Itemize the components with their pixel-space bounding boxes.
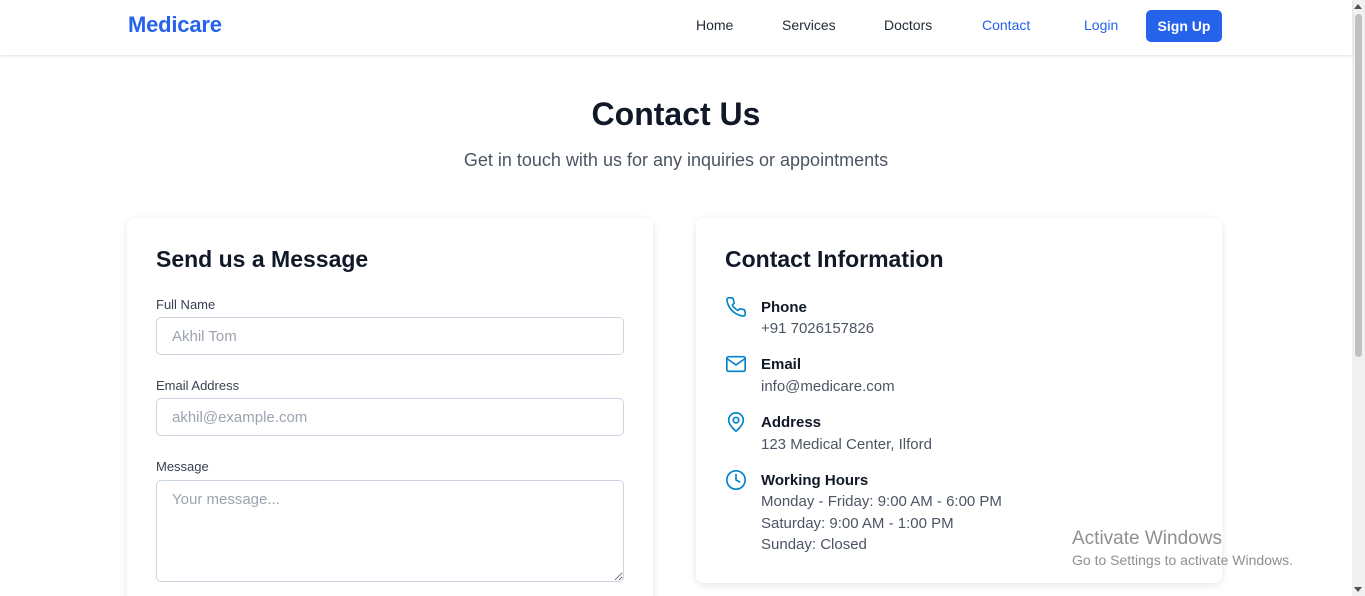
contact-item-label: Working Hours — [761, 472, 869, 489]
nav-link-services[interactable]: Services — [782, 17, 836, 33]
scrollbar-thumb[interactable] — [1355, 14, 1362, 357]
hours-sunday: Sunday: Closed — [761, 536, 867, 553]
form-title: Send us a Message — [156, 246, 369, 272]
contact-item-label: Address — [761, 414, 822, 431]
phone-value: +91 7026157826 — [761, 320, 875, 337]
activate-windows-title: Activate Windows — [1072, 528, 1222, 549]
map-pin-icon — [725, 411, 747, 433]
contact-info-title: Contact Information — [725, 246, 944, 272]
message-form-card: Send us a Message Full Name Email Addres… — [127, 218, 653, 596]
phone-icon — [725, 296, 747, 318]
message-label: Message — [156, 459, 209, 474]
navbar: Medicare Home Services Doctors Contact L… — [0, 0, 1352, 55]
address-value: 123 Medical Center, Ilford — [761, 436, 932, 453]
full-name-input[interactable] — [156, 317, 624, 355]
contact-item-label: Email — [761, 356, 802, 373]
login-link[interactable]: Login — [1084, 17, 1118, 33]
activate-windows-subtitle: Go to Settings to activate Windows. — [1072, 552, 1293, 568]
nav-link-contact[interactable]: Contact — [982, 17, 1030, 33]
email-value: info@medicare.com — [761, 378, 895, 395]
scroll-up-arrow-icon[interactable] — [1354, 4, 1362, 9]
contact-item-label: Phone — [761, 299, 807, 316]
hours-saturday: Saturday: 9:00 AM - 1:00 PM — [761, 515, 954, 532]
hours-weekday: Monday - Friday: 9:00 AM - 6:00 PM — [761, 493, 1002, 510]
email-input[interactable] — [156, 398, 624, 436]
full-name-label: Full Name — [156, 297, 216, 312]
scroll-down-arrow-icon[interactable] — [1354, 587, 1362, 592]
scrollbar[interactable] — [1352, 0, 1365, 596]
email-label: Email Address — [156, 378, 240, 393]
message-textarea[interactable] — [156, 480, 624, 582]
signup-button[interactable]: Sign Up — [1146, 10, 1222, 42]
nav-link-home[interactable]: Home — [696, 17, 733, 33]
clock-icon — [725, 469, 747, 491]
page-subtitle: Get in touch with us for any inquiries o… — [463, 150, 889, 170]
nav-link-doctors[interactable]: Doctors — [884, 17, 932, 33]
page-title: Contact Us — [591, 96, 761, 132]
mail-icon — [725, 353, 747, 375]
